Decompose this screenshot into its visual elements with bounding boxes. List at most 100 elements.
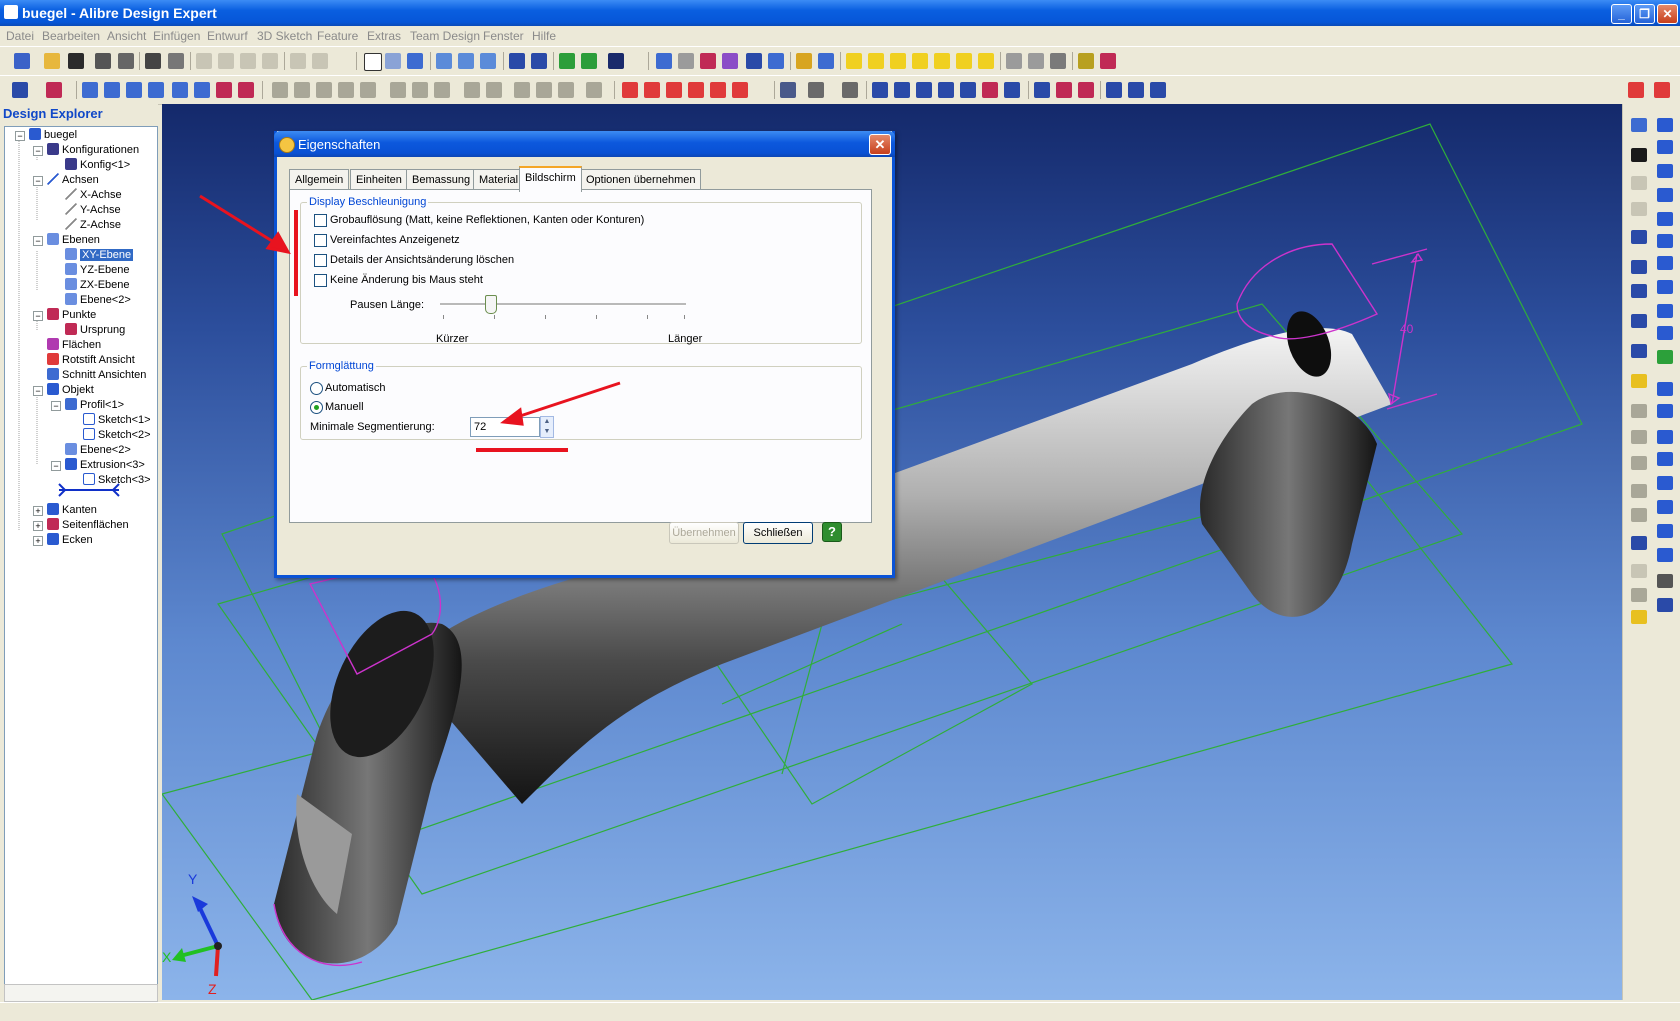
checkbox-keine-aenderung[interactable] [314,274,327,287]
rectangle-tool-icon[interactable] [1631,314,1647,328]
sketch-tool-l-icon[interactable] [1106,82,1122,98]
menu-entwurf[interactable]: Entwurf [207,29,248,43]
sketch-tool-m-icon[interactable] [1128,82,1144,98]
cut-icon[interactable] [196,53,212,69]
tree-node-yz-ebene[interactable]: YZ-Ebene [65,262,130,278]
menu-datei[interactable]: Datei [6,29,34,43]
cut-loft-icon[interactable] [216,82,232,98]
apply-button[interactable]: Übernehmen [669,522,739,544]
tree-node-objekt[interactable]: Objekt [47,382,94,398]
cut-extrude-icon[interactable] [172,82,188,98]
view-right-icon[interactable] [912,53,928,69]
filter-icon[interactable] [1050,53,1066,69]
minimize-button[interactable]: _ [1611,4,1632,24]
snap-icon[interactable] [1028,53,1044,69]
save-all-icon[interactable] [95,53,111,69]
tree-node-x-achse[interactable]: X-Achse [65,187,122,203]
spin-down-icon[interactable]: ▼ [541,427,553,437]
expand-toggle[interactable]: − [15,131,25,141]
part-mode-icon[interactable] [46,82,62,98]
mirror-icon[interactable] [412,82,428,98]
close-window-button[interactable]: ✕ [1657,4,1678,24]
sketch-mode-icon[interactable] [12,82,28,98]
pause-length-slider-thumb[interactable] [485,295,497,314]
dialog-title-bar[interactable]: Eigenschaften ✕ [274,131,895,157]
new-file-icon[interactable] [14,53,30,69]
expand-toggle[interactable]: − [33,386,43,396]
side-tool-12-icon[interactable] [1631,588,1647,602]
expand-toggle[interactable]: + [33,506,43,516]
radio-manuell[interactable] [310,401,323,414]
revolve-icon[interactable] [104,82,120,98]
side-tool-21-icon[interactable] [1657,280,1673,294]
redline-lines-icon[interactable] [732,82,748,98]
side-tool-32-icon[interactable] [1657,548,1673,562]
sketch-tool-e-icon[interactable] [938,82,954,98]
tree-node-flaechen[interactable]: Flächen [47,337,101,353]
tree-node-ebenen[interactable]: Ebenen [47,232,100,248]
expand-toggle[interactable]: − [33,176,43,186]
side-tool-10-icon[interactable] [1631,536,1647,550]
menu-3d-sketch[interactable]: 3D Sketch [257,29,312,43]
view-left-icon[interactable] [890,53,906,69]
expand-toggle[interactable]: − [33,311,43,321]
fillet-icon[interactable] [272,82,288,98]
tree-node-ebene-2-objekt[interactable]: Ebene<2> [65,442,131,458]
tool-b-icon[interactable] [1100,53,1116,69]
checkbox-vereinfachtes-anzeigenetz[interactable] [314,234,327,247]
side-tool-2-icon[interactable] [1631,148,1647,162]
zoom-window-icon[interactable] [458,53,474,69]
tree-node-seitenflaechen[interactable]: Seitenflächen [47,517,129,533]
draft-icon[interactable] [338,82,354,98]
menu-bearbeiten[interactable]: Bearbeiten [42,29,100,43]
tree-node-ursprung[interactable]: Ursprung [65,322,125,338]
zoom-fit-icon[interactable] [480,53,496,69]
tree-node-sketch-1[interactable]: Sketch<1> [83,412,151,428]
view-bottom-icon[interactable] [956,53,972,69]
chamfer-icon[interactable] [294,82,310,98]
side-tool-13-icon[interactable] [1631,610,1647,624]
view-front-icon[interactable] [846,53,862,69]
config-tool-icon[interactable] [768,53,784,69]
plane-tool-icon[interactable] [656,53,672,69]
tree-node-kanten[interactable]: Kanten [47,502,97,518]
side-tool-15-icon[interactable] [1657,140,1673,154]
sketch-tool-i-icon[interactable] [1034,82,1050,98]
side-tool-18-icon[interactable] [1657,212,1673,226]
tab-bemassung[interactable]: Bemassung [406,169,477,190]
tree-node-profil-1[interactable]: Profil<1> [65,397,124,413]
side-tool-3-icon[interactable] [1631,176,1647,190]
redline-text-icon[interactable] [688,82,704,98]
checkbox-details-loeschen[interactable] [314,254,327,267]
pattern-icon[interactable] [390,82,406,98]
sketch-tool-b-icon[interactable] [872,82,888,98]
cut-sweep-icon[interactable] [238,82,254,98]
side-tool-7-icon[interactable] [1631,456,1647,470]
side-tool-16-icon[interactable] [1657,164,1673,178]
line-tool-icon[interactable] [1631,230,1647,244]
segment-field[interactable] [470,417,540,437]
help-icon[interactable]: ? [822,522,842,542]
menu-ansicht[interactable]: Ansicht [107,29,146,43]
tree-node-sketch-2[interactable]: Sketch<2> [83,427,151,443]
menu-feature[interactable]: Feature [317,29,358,43]
close-button[interactable]: Schließen [743,522,813,544]
side-tool-23-icon[interactable] [1657,326,1673,340]
tree-node-z-achse[interactable]: Z-Achse [65,217,121,233]
sketch-tool-c-icon[interactable] [894,82,910,98]
sketch-tool-n-icon[interactable] [1150,82,1166,98]
sketch-tool-f-icon[interactable] [960,82,976,98]
arc-tool-icon[interactable] [1631,284,1647,298]
redline-point-icon[interactable] [622,82,638,98]
direct-edit-icon[interactable] [586,82,602,98]
expand-toggle[interactable]: − [33,146,43,156]
view-top-icon[interactable] [934,53,950,69]
side-tool-5-icon[interactable] [1631,404,1647,418]
zoom-in-icon[interactable] [436,53,452,69]
side-tool-26-icon[interactable] [1657,404,1673,418]
menu-einfuegen[interactable]: Einfügen [153,29,200,43]
side-tool-1-icon[interactable] [1631,118,1647,132]
tab-material[interactable]: Material [473,169,525,190]
copy-icon[interactable] [218,53,234,69]
segment-input[interactable] [474,419,534,435]
